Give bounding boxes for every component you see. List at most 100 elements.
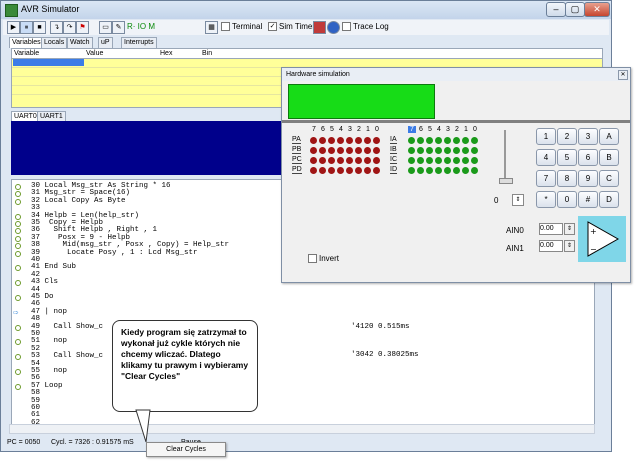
keypad-key[interactable]: 5 [557,149,577,166]
input-pin-toggle[interactable] [408,147,415,154]
ain1-input[interactable]: 0.00 [539,240,563,252]
input-pin-toggle[interactable] [471,157,478,164]
breakpoint-marker-icon[interactable] [15,369,21,375]
input-pin-toggle[interactable] [435,137,442,144]
tab-variables[interactable]: Variables [9,37,44,48]
tab-watch[interactable]: Watch [67,37,93,48]
breakpoint-marker-icon[interactable] [15,265,21,272]
input-pin-toggle[interactable] [435,157,442,164]
breakpoint-marker-icon[interactable] [15,383,21,390]
input-pin-toggle[interactable] [417,137,424,144]
input-pin-toggle[interactable] [417,167,424,174]
keypad-key[interactable]: 1 [536,128,556,145]
input-pin-toggle[interactable] [444,147,451,154]
breakpoint-marker-icon[interactable] [15,191,21,198]
input-pin-toggle[interactable] [444,157,451,164]
hardware-sim-icon[interactable]: ▦ [205,21,218,34]
breakpoint-marker-icon[interactable] [15,295,21,301]
input-pin-toggle[interactable] [408,157,415,164]
keypad-key[interactable]: # [578,191,598,208]
keypad-key[interactable]: 4 [536,149,556,166]
selected-cell[interactable] [13,59,84,66]
input-pin-toggle[interactable] [471,147,478,154]
input-pin-toggle[interactable] [435,167,442,174]
terminal-toggle[interactable]: Terminal [221,21,262,33]
keypad-key[interactable]: A [599,128,619,145]
close-button[interactable]: ✕ [584,2,610,17]
input-pin-toggle[interactable] [417,157,424,164]
info-icon[interactable] [327,21,340,34]
keypad-key[interactable]: * [536,191,556,208]
monitor-icon[interactable]: ▭ [99,21,112,34]
input-pin-toggle[interactable] [453,157,460,164]
keypad-key[interactable]: D [599,191,619,208]
input-pin-toggle[interactable] [408,167,415,174]
col-hex[interactable]: Hex [160,49,172,58]
input-pin-toggle[interactable] [462,137,469,144]
tab-up[interactable]: uP [98,37,113,48]
breakpoint-marker-icon[interactable] [15,243,21,250]
code-line[interactable]: 32 Local Copy As Byte [31,197,126,205]
input-pin-toggle[interactable] [435,147,442,154]
input-pin-toggle[interactable] [453,147,460,154]
step-over-icon[interactable]: ↷ [63,21,76,34]
col-value[interactable]: Value [86,49,103,58]
pause-button[interactable]: ⏸ [20,21,33,34]
breakpoint-marker-icon[interactable] [15,213,21,220]
input-pin-toggle[interactable] [426,157,433,164]
sim-timers-toggle[interactable]: ✓ Sim Timers [268,21,319,33]
context-menu-clear-cycles[interactable]: Clear Cycles [146,442,226,457]
input-pin-toggle[interactable] [462,147,469,154]
ain1-spin-icon[interactable]: ⇕ [564,240,575,252]
keypad-key[interactable]: C [599,170,619,187]
code-line[interactable]: 39 Locate Posy , 1 : Lcd Msg_str [31,249,198,257]
tab-interrupts[interactable]: Interrupts [121,37,157,48]
input-pin-toggle[interactable] [471,167,478,174]
invert-checkbox[interactable] [308,254,317,264]
input-pin-toggle[interactable] [462,167,469,174]
invert-toggle[interactable]: Invert [308,254,339,264]
stop-button[interactable]: ■ [33,21,46,34]
minimize-button[interactable]: – [546,2,566,17]
input-pin-toggle[interactable] [426,167,433,174]
uart-terminal[interactable] [11,121,311,175]
ain0-input[interactable]: 0.00 [539,223,563,235]
breakpoint-marker-icon[interactable] [15,354,21,361]
horizontal-scrollbar[interactable] [9,424,595,434]
input-pin-toggle[interactable] [408,137,415,144]
input-pin-toggle[interactable] [426,147,433,154]
trace-log-toggle[interactable]: Trace Log [342,21,389,33]
keypad-key[interactable]: B [599,149,619,166]
input-pin-toggle[interactable] [444,167,451,174]
breakpoint-marker-icon[interactable] [15,198,21,205]
tab-locals[interactable]: Locals [41,37,68,48]
breakpoint-marker-icon[interactable] [15,324,21,331]
breakpoint-marker-icon[interactable] [15,280,21,287]
tools-icon[interactable]: ✎ [112,21,125,34]
terminal-checkbox[interactable] [221,22,230,32]
play-button[interactable]: ▶ [7,21,20,34]
run-to-cursor-icon[interactable]: ⚑ [76,21,89,34]
slider-thumb[interactable] [499,178,513,184]
hw-close-icon[interactable]: ✕ [618,70,628,80]
input-pin-toggle[interactable] [453,167,460,174]
breakpoint-marker-icon[interactable] [15,184,21,190]
input-pin-toggle[interactable] [417,147,424,154]
breakpoint-marker-icon[interactable] [15,339,21,346]
keypad-key[interactable]: 0 [557,191,577,208]
keypad-key[interactable]: 7 [536,170,556,187]
maximize-button[interactable]: ▢ [565,2,585,17]
step-into-icon[interactable]: ↴ [50,21,63,34]
input-pin-toggle[interactable] [453,137,460,144]
keypad-key[interactable]: 2 [557,128,577,145]
keypad-key[interactable]: 3 [578,128,598,145]
breakpoint-marker-icon[interactable] [15,250,21,257]
spin-icon[interactable]: ⇕ [512,194,524,206]
keypad-key[interactable]: 6 [578,149,598,166]
input-pin-toggle[interactable] [444,137,451,144]
slider-track[interactable] [504,130,506,182]
breakpoint-marker-icon[interactable] [15,221,21,227]
input-pin-toggle[interactable] [462,157,469,164]
keypad-key[interactable]: 9 [578,170,598,187]
col-bin[interactable]: Bin [202,49,212,58]
